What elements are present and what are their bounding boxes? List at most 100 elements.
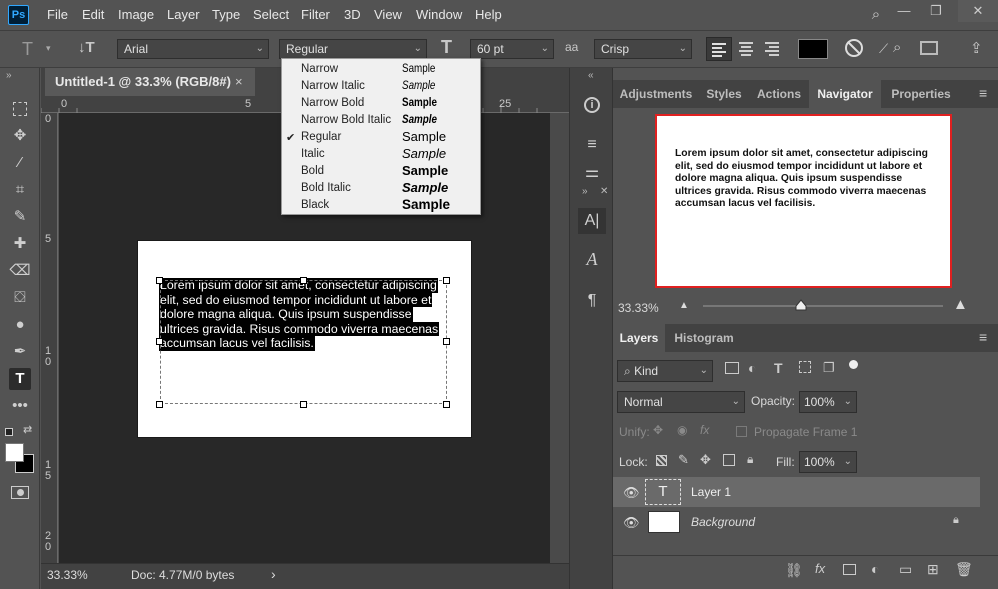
layer-name[interactable]: Layer 1 — [691, 485, 731, 499]
font-style-option[interactable]: Italic Sample — [282, 146, 480, 163]
share-icon[interactable]: ⇪ — [970, 39, 983, 57]
swap-colors-icon[interactable]: ⇄ — [23, 423, 32, 436]
quick-mask-icon[interactable] — [11, 486, 29, 499]
tab-properties[interactable]: Properties — [881, 80, 961, 108]
menu-edit[interactable]: Edit — [82, 7, 104, 22]
chevron-down-icon[interactable]: ▾ — [46, 43, 51, 54]
menu-view[interactable]: View — [374, 7, 402, 22]
layer-row[interactable]: 👁︎ Background 🔒︎ — [613, 507, 980, 537]
lock-pixels-icon[interactable]: ✎ — [678, 452, 689, 468]
cancel-icon[interactable] — [845, 39, 863, 57]
minimize-button[interactable]: — — [888, 0, 920, 22]
paragraph-panel-icon[interactable]: ¶ — [578, 288, 606, 314]
transform-handle[interactable] — [443, 277, 450, 284]
unify-position-icon[interactable]: ✥ — [653, 423, 663, 437]
default-colors-icon[interactable] — [5, 428, 13, 436]
layer-row[interactable]: 👁︎ T Layer 1 — [613, 477, 980, 507]
collapse-icon[interactable]: » — [582, 186, 588, 197]
align-left-button[interactable] — [706, 37, 732, 61]
warp-text-icon[interactable]: ⟋ — [879, 41, 888, 57]
font-style-option[interactable]: Narrow Italic Sample — [282, 78, 480, 95]
font-style-option[interactable]: Black Sample — [282, 197, 480, 214]
collapse-icon[interactable]: » — [6, 70, 12, 81]
lock-artboard-icon[interactable] — [723, 454, 735, 466]
magic-wand-tool-icon[interactable]: ⁄ — [9, 152, 31, 174]
tab-styles[interactable]: Styles — [699, 80, 749, 108]
zoom-in-icon[interactable]: ▲ — [953, 296, 968, 313]
fill-input[interactable]: 100% ⌄ — [799, 451, 857, 473]
brush-settings-icon[interactable]: ⚌ — [578, 160, 606, 186]
transform-handle[interactable] — [443, 338, 450, 345]
tab-histogram[interactable]: Histogram — [665, 324, 743, 352]
healing-brush-tool-icon[interactable]: ✚ — [9, 233, 31, 255]
navigator-preview[interactable]: Lorem ipsum dolor sit amet, consectetur … — [655, 114, 952, 288]
type-tool-preset-icon[interactable]: T — [22, 39, 33, 60]
font-style-option[interactable]: Narrow Bold Italic Sample — [282, 112, 480, 129]
filter-pixel-icon[interactable] — [725, 362, 739, 374]
crop-tool-icon[interactable]: ⌗ — [9, 179, 31, 201]
close-button[interactable]: ✕ — [958, 0, 998, 22]
transform-handle[interactable] — [156, 338, 163, 345]
menu-file[interactable]: File — [47, 7, 68, 22]
type-tool-icon[interactable]: T — [9, 368, 31, 390]
transform-handle[interactable] — [156, 277, 163, 284]
document-tab[interactable]: Untitled-1 @ 33.3% (RGB/8#) × — [45, 68, 255, 96]
tab-adjustments[interactable]: Adjustments — [613, 80, 699, 108]
restore-button[interactable]: ❐ — [920, 0, 952, 22]
font-size-select[interactable]: 60 pt ⌄ — [470, 39, 554, 59]
zoom-slider[interactable] — [703, 305, 943, 307]
menu-select[interactable]: Select — [253, 7, 289, 22]
eyedropper-tool-icon[interactable]: ✎ — [9, 206, 31, 228]
search-icon[interactable]: ⌕ — [893, 39, 901, 56]
paint-bucket-tool-icon[interactable]: ⛋ — [9, 287, 31, 309]
blur-tool-icon[interactable]: ● — [9, 314, 31, 336]
font-family-select[interactable]: Arial ⌄ — [117, 39, 269, 59]
brush-presets-icon[interactable]: ≡ — [578, 132, 606, 158]
link-layers-icon[interactable]: ⛓︎ — [785, 562, 803, 579]
layer-filter-select[interactable]: ⌕ Kind ⌄ — [617, 360, 713, 382]
tab-navigator[interactable]: Navigator — [809, 80, 881, 108]
new-group-icon[interactable]: ▭ — [899, 561, 912, 578]
menu-help[interactable]: Help — [475, 7, 502, 22]
add-mask-icon[interactable] — [843, 564, 856, 575]
filter-adjustment-icon[interactable]: ◐ — [748, 360, 756, 376]
panel-menu-icon[interactable]: ≡ — [979, 85, 987, 101]
transform-handle[interactable] — [443, 401, 450, 408]
transform-handle[interactable] — [300, 401, 307, 408]
close-icon[interactable]: ✕ — [600, 186, 608, 197]
collapse-icon[interactable]: « — [588, 70, 594, 81]
text-bounding-box[interactable] — [160, 280, 447, 404]
vertical-scrollbar[interactable] — [550, 113, 569, 563]
font-style-option[interactable]: Narrow Bold Sample — [282, 95, 480, 112]
panels-toggle-icon[interactable] — [920, 41, 938, 55]
more-tools-icon[interactable]: ••• — [9, 395, 31, 417]
menu-3d[interactable]: 3D — [344, 7, 361, 22]
move-tool-icon[interactable]: ✥ — [9, 125, 31, 147]
adjustment-layer-icon[interactable]: ◐ — [871, 561, 879, 577]
tab-actions[interactable]: Actions — [749, 80, 809, 108]
lock-all-icon[interactable]: 🔒︎ — [747, 452, 753, 467]
filter-toggle-icon[interactable] — [849, 360, 858, 369]
layer-style-icon[interactable]: fx — [815, 561, 825, 576]
font-style-option[interactable]: Narrow Sample — [282, 61, 480, 78]
character-panel-icon[interactable]: A| — [578, 208, 606, 234]
glyphs-panel-icon[interactable]: A — [578, 246, 606, 272]
close-icon[interactable]: × — [235, 68, 243, 96]
foreground-color-swatch[interactable] — [5, 443, 24, 462]
marquee-tool-icon[interactable] — [9, 98, 31, 120]
zoom-out-icon[interactable]: ▲ — [679, 300, 689, 311]
zoom-level[interactable]: 33.33% — [47, 568, 88, 582]
align-right-button[interactable] — [761, 37, 785, 61]
lock-transparency-icon[interactable] — [656, 455, 667, 466]
pen-tool-icon[interactable]: ✒ — [9, 341, 31, 363]
align-center-button[interactable] — [735, 37, 759, 61]
chevron-right-icon[interactable]: › — [271, 566, 276, 582]
new-layer-icon[interactable]: ⊞ — [927, 561, 939, 578]
eye-icon[interactable]: 👁︎ — [623, 485, 640, 501]
delete-layer-icon[interactable]: 🗑︎ — [955, 561, 973, 578]
unify-visibility-icon[interactable]: ◉ — [677, 423, 687, 437]
filter-type-icon[interactable]: T — [774, 360, 783, 376]
navigator-zoom[interactable]: 33.33% — [618, 301, 659, 315]
lock-position-icon[interactable]: ✥ — [700, 452, 711, 468]
font-style-select[interactable]: Regular ⌄ — [279, 39, 427, 59]
